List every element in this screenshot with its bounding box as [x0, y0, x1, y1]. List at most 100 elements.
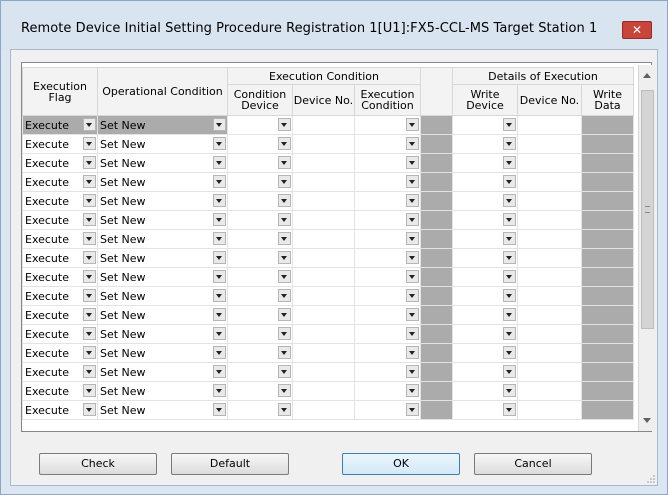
cancel-button[interactable]: Cancel [474, 453, 592, 475]
operational-condition-select[interactable]: Set New [97, 153, 228, 173]
device-no-2-cell[interactable] [517, 400, 582, 420]
operational-condition-select[interactable]: Set New [97, 343, 228, 363]
dropdown-arrow-icon[interactable] [213, 327, 226, 340]
dropdown-arrow-icon[interactable] [278, 213, 291, 226]
dropdown-arrow-icon[interactable] [406, 308, 419, 321]
operational-condition-select[interactable]: Set New [97, 324, 228, 344]
dropdown-arrow-icon[interactable] [213, 118, 226, 131]
condition-device-select[interactable] [227, 324, 293, 344]
device-no-2-cell[interactable] [517, 172, 582, 192]
condition-device-select[interactable] [227, 191, 293, 211]
dropdown-arrow-icon[interactable] [503, 270, 516, 283]
dropdown-arrow-icon[interactable] [406, 137, 419, 150]
dropdown-arrow-icon[interactable] [83, 365, 96, 378]
device-no-cell[interactable] [292, 210, 355, 230]
dropdown-arrow-icon[interactable] [278, 384, 291, 397]
dropdown-arrow-icon[interactable] [213, 213, 226, 226]
scroll-down-arrow-icon[interactable] [643, 418, 651, 423]
execution-flag-select[interactable]: Execute [22, 324, 98, 344]
dropdown-arrow-icon[interactable] [278, 270, 291, 283]
condition-device-select[interactable] [227, 248, 293, 268]
dropdown-arrow-icon[interactable] [406, 346, 419, 359]
device-no-cell[interactable] [292, 305, 355, 325]
device-no-2-cell[interactable] [517, 267, 582, 287]
condition-device-select[interactable] [227, 286, 293, 306]
execution-flag-select[interactable]: Execute [22, 172, 98, 192]
execution-condition-select[interactable] [354, 381, 421, 401]
write-device-select[interactable] [452, 229, 518, 249]
dropdown-arrow-icon[interactable] [503, 308, 516, 321]
check-button[interactable]: Check [39, 453, 157, 475]
dropdown-arrow-icon[interactable] [213, 403, 226, 416]
execution-condition-select[interactable] [354, 153, 421, 173]
dropdown-arrow-icon[interactable] [406, 232, 419, 245]
write-device-select[interactable] [452, 172, 518, 192]
dropdown-arrow-icon[interactable] [213, 232, 226, 245]
device-no-cell[interactable] [292, 229, 355, 249]
condition-device-select[interactable] [227, 267, 293, 287]
dropdown-arrow-icon[interactable] [278, 327, 291, 340]
execution-condition-select[interactable] [354, 324, 421, 344]
dropdown-arrow-icon[interactable] [278, 403, 291, 416]
execution-flag-select[interactable]: Execute [22, 153, 98, 173]
write-device-select[interactable] [452, 248, 518, 268]
operational-condition-select[interactable]: Set New [97, 172, 228, 192]
dropdown-arrow-icon[interactable] [503, 289, 516, 302]
write-device-select[interactable] [452, 267, 518, 287]
device-no-cell[interactable] [292, 343, 355, 363]
dropdown-arrow-icon[interactable] [406, 384, 419, 397]
operational-condition-select[interactable]: Set New [97, 191, 228, 211]
operational-condition-select[interactable]: Set New [97, 248, 228, 268]
condition-device-select[interactable] [227, 115, 293, 135]
dropdown-arrow-icon[interactable] [503, 346, 516, 359]
execution-flag-select[interactable]: Execute [22, 210, 98, 230]
device-no-cell[interactable] [292, 324, 355, 344]
operational-condition-select[interactable]: Set New [97, 134, 228, 154]
dropdown-arrow-icon[interactable] [213, 175, 226, 188]
write-device-select[interactable] [452, 134, 518, 154]
dropdown-arrow-icon[interactable] [503, 156, 516, 169]
write-device-select[interactable] [452, 324, 518, 344]
execution-condition-select[interactable] [354, 400, 421, 420]
execution-condition-select[interactable] [354, 134, 421, 154]
dropdown-arrow-icon[interactable] [406, 194, 419, 207]
dropdown-arrow-icon[interactable] [278, 175, 291, 188]
dropdown-arrow-icon[interactable] [213, 346, 226, 359]
execution-condition-select[interactable] [354, 343, 421, 363]
execution-flag-select[interactable]: Execute [22, 305, 98, 325]
dropdown-arrow-icon[interactable] [213, 365, 226, 378]
device-no-cell[interactable] [292, 400, 355, 420]
write-device-select[interactable] [452, 115, 518, 135]
resize-grip-icon[interactable] [647, 475, 655, 483]
dropdown-arrow-icon[interactable] [278, 365, 291, 378]
dropdown-arrow-icon[interactable] [503, 384, 516, 397]
dropdown-arrow-icon[interactable] [406, 270, 419, 283]
dropdown-arrow-icon[interactable] [503, 365, 516, 378]
device-no-cell[interactable] [292, 362, 355, 382]
write-device-select[interactable] [452, 362, 518, 382]
device-no-2-cell[interactable] [517, 286, 582, 306]
dropdown-arrow-icon[interactable] [83, 384, 96, 397]
dropdown-arrow-icon[interactable] [83, 194, 96, 207]
dropdown-arrow-icon[interactable] [83, 346, 96, 359]
device-no-2-cell[interactable] [517, 381, 582, 401]
device-no-cell[interactable] [292, 381, 355, 401]
device-no-2-cell[interactable] [517, 343, 582, 363]
dropdown-arrow-icon[interactable] [503, 232, 516, 245]
dropdown-arrow-icon[interactable] [406, 327, 419, 340]
execution-condition-select[interactable] [354, 210, 421, 230]
execution-condition-select[interactable] [354, 248, 421, 268]
condition-device-select[interactable] [227, 400, 293, 420]
dropdown-arrow-icon[interactable] [406, 156, 419, 169]
execution-condition-select[interactable] [354, 362, 421, 382]
execution-flag-select[interactable]: Execute [22, 134, 98, 154]
condition-device-select[interactable] [227, 172, 293, 192]
dropdown-arrow-icon[interactable] [406, 175, 419, 188]
dropdown-arrow-icon[interactable] [83, 232, 96, 245]
dropdown-arrow-icon[interactable] [213, 251, 226, 264]
dropdown-arrow-icon[interactable] [503, 403, 516, 416]
dropdown-arrow-icon[interactable] [83, 327, 96, 340]
operational-condition-select[interactable]: Set New [97, 305, 228, 325]
dropdown-arrow-icon[interactable] [83, 251, 96, 264]
dropdown-arrow-icon[interactable] [406, 403, 419, 416]
